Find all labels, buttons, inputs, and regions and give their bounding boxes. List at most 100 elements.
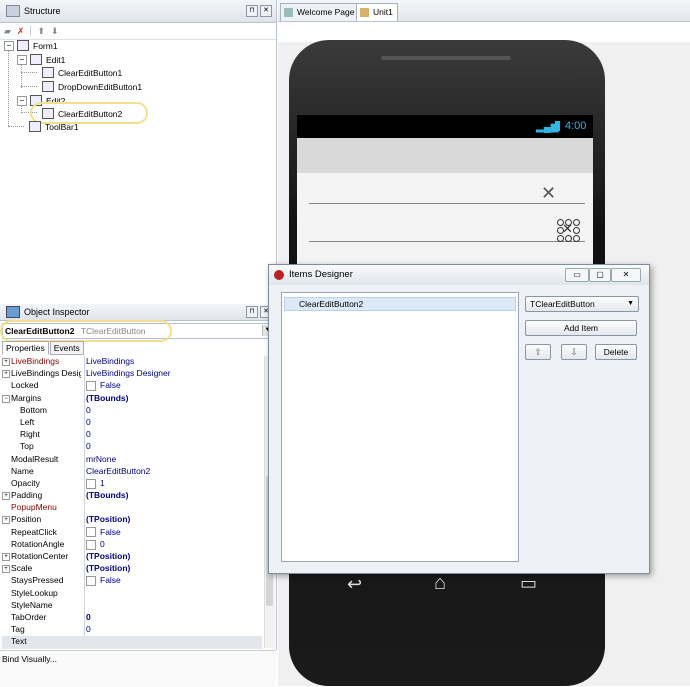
property-value[interactable]: (TBounds) [86,393,129,403]
delete-icon[interactable]: ✗ [17,26,25,37]
property-row[interactable]: Right 0 [2,429,262,441]
tree-node-cleareditbutton1[interactable]: ClearEditButton1 [42,67,122,78]
delete-button[interactable]: Delete [595,344,637,360]
property-value-text: 0 [86,611,91,622]
selected-clear-button-icon[interactable]: ✕ [557,219,580,242]
tab-welcome-page[interactable]: Welcome Page [280,3,360,21]
property-row[interactable]: StyleLookup [2,588,262,600]
property-name: StaysPressed [11,575,64,586]
checkbox[interactable] [86,527,96,538]
property-value[interactable]: 0 [86,624,91,634]
move-up-button[interactable]: ⇧ [525,344,551,360]
property-row[interactable]: Tag 0 [2,624,262,636]
items-list[interactable]: ClearEditButton2 [281,292,519,562]
property-value[interactable]: 0 [86,429,91,439]
property-value[interactable]: LiveBindings Designer [86,368,171,378]
property-value[interactable]: (TPosition) [86,551,130,561]
property-value[interactable]: (TPosition) [86,514,130,524]
property-row[interactable]: StyleName [2,600,262,612]
property-row[interactable]: + Padding (TBounds) [2,490,262,502]
property-value[interactable]: False [86,527,121,538]
property-row[interactable]: + Scale (TPosition) [2,563,262,575]
property-value-text: 0 [86,441,91,452]
expand-icon[interactable]: + [2,553,10,561]
property-row[interactable]: + LiveBindings LiveBindings [2,356,262,368]
property-value[interactable]: mrNone [86,454,116,464]
list-item[interactable]: ClearEditButton2 [284,297,516,311]
property-row[interactable]: − Margins (TBounds) [2,393,262,405]
property-value[interactable]: 1 [86,478,105,489]
property-value[interactable]: (TPosition) [86,563,130,573]
checkbox[interactable] [86,478,96,489]
property-value[interactable]: 0 [86,417,91,427]
dialog-title-bar: Items Designer ▭ ▢ ✕ [269,265,649,285]
close-icon[interactable]: ✕ [260,5,272,17]
checkbox[interactable] [86,539,96,550]
tab-properties[interactable]: Properties [2,341,49,355]
maximize-icon[interactable]: ▢ [589,268,611,282]
arrow-down-icon[interactable]: ⬇ [51,26,59,37]
tree-node-edit1[interactable]: − Edit1 [17,54,65,65]
tab-unit1[interactable]: Unit1 [356,3,398,21]
property-value[interactable]: (TBounds) [86,490,129,500]
folder-icon[interactable]: ▰ [4,26,11,37]
property-row[interactable]: TabOrder 0 [2,612,262,624]
arrow-up-icon[interactable]: ⬆ [37,26,45,37]
checkbox[interactable] [86,576,96,587]
collapse-icon[interactable]: − [17,54,27,65]
property-value[interactable]: 0 [86,405,91,415]
tree-node-dropdowneditbutton1[interactable]: DropDownEditButton1 [42,81,142,92]
expand-icon[interactable]: + [2,492,10,501]
bind-visually-link[interactable]: Bind Visually... [2,654,57,664]
tree-node-cleareditbutton2[interactable]: ClearEditButton2 [42,108,122,119]
property-row[interactable]: Top 0 [2,441,262,453]
nav-recent-icon[interactable]: ▭ [520,573,537,594]
property-value[interactable]: False [86,380,121,392]
property-value[interactable]: False [86,575,121,587]
property-value-text: mrNone [86,453,117,464]
toolbar-divider [30,26,32,36]
property-row[interactable]: Text [2,636,262,649]
clear-button-icon[interactable]: ✕ [541,183,556,204]
property-row[interactable]: +LiveBindings DesignerLiveBindings Desig… [2,368,262,380]
minimize-icon[interactable]: ▭ [565,268,589,282]
property-row[interactable]: Locked False [2,380,262,392]
expand-icon[interactable]: + [2,370,10,379]
property-name: Name [11,465,34,476]
tree-node-toolbar1[interactable]: ToolBar1 [29,121,79,132]
item-class-combobox[interactable]: TClearEditButton ▼ [525,296,639,312]
expand-icon[interactable]: + [2,358,10,366]
nav-back-icon[interactable]: ↩ [347,574,362,595]
property-row[interactable]: PopupMenu [2,502,262,514]
property-value[interactable]: 0 [86,612,91,622]
property-row[interactable]: ModalResult mrNone [2,454,262,466]
property-value[interactable]: 0 [86,539,105,550]
property-row[interactable]: Name ClearEditButton2 [2,466,262,478]
move-down-button[interactable]: ⇩ [561,344,587,360]
collapse-icon[interactable]: − [17,95,27,106]
property-row[interactable]: + Position (TPosition) [2,514,262,526]
add-item-button[interactable]: Add Item [525,320,637,336]
collapse-icon[interactable]: − [4,40,14,51]
nav-home-icon[interactable]: ⌂ [434,572,446,595]
property-row[interactable]: + RotationCenter (TPosition) [2,551,262,563]
property-row[interactable]: StaysPressed False [2,575,262,587]
collapse-icon[interactable]: − [2,394,10,403]
chevron-down-icon: ▼ [627,300,634,307]
close-icon[interactable]: ✕ [611,268,641,282]
property-row[interactable]: RepeatClick False [2,527,262,539]
tree-node-form1[interactable]: − Form1 [4,40,58,51]
property-row[interactable]: RotationAngle 0 [2,539,262,551]
property-row[interactable]: Left 0 [2,417,262,429]
property-row[interactable]: Bottom 0 [2,405,262,417]
property-value[interactable]: ClearEditButton2 [86,466,150,476]
expand-icon[interactable]: + [2,565,10,574]
property-value[interactable]: 0 [86,441,91,451]
tab-events[interactable]: Events [49,341,84,355]
property-row[interactable]: Opacity 1 [2,478,262,490]
pin-icon[interactable]: ⊓ [246,5,258,17]
pin-icon[interactable]: ⊓ [246,306,258,318]
property-value[interactable]: LiveBindings [86,356,134,366]
expand-icon[interactable]: + [2,516,10,525]
checkbox[interactable] [86,381,96,392]
